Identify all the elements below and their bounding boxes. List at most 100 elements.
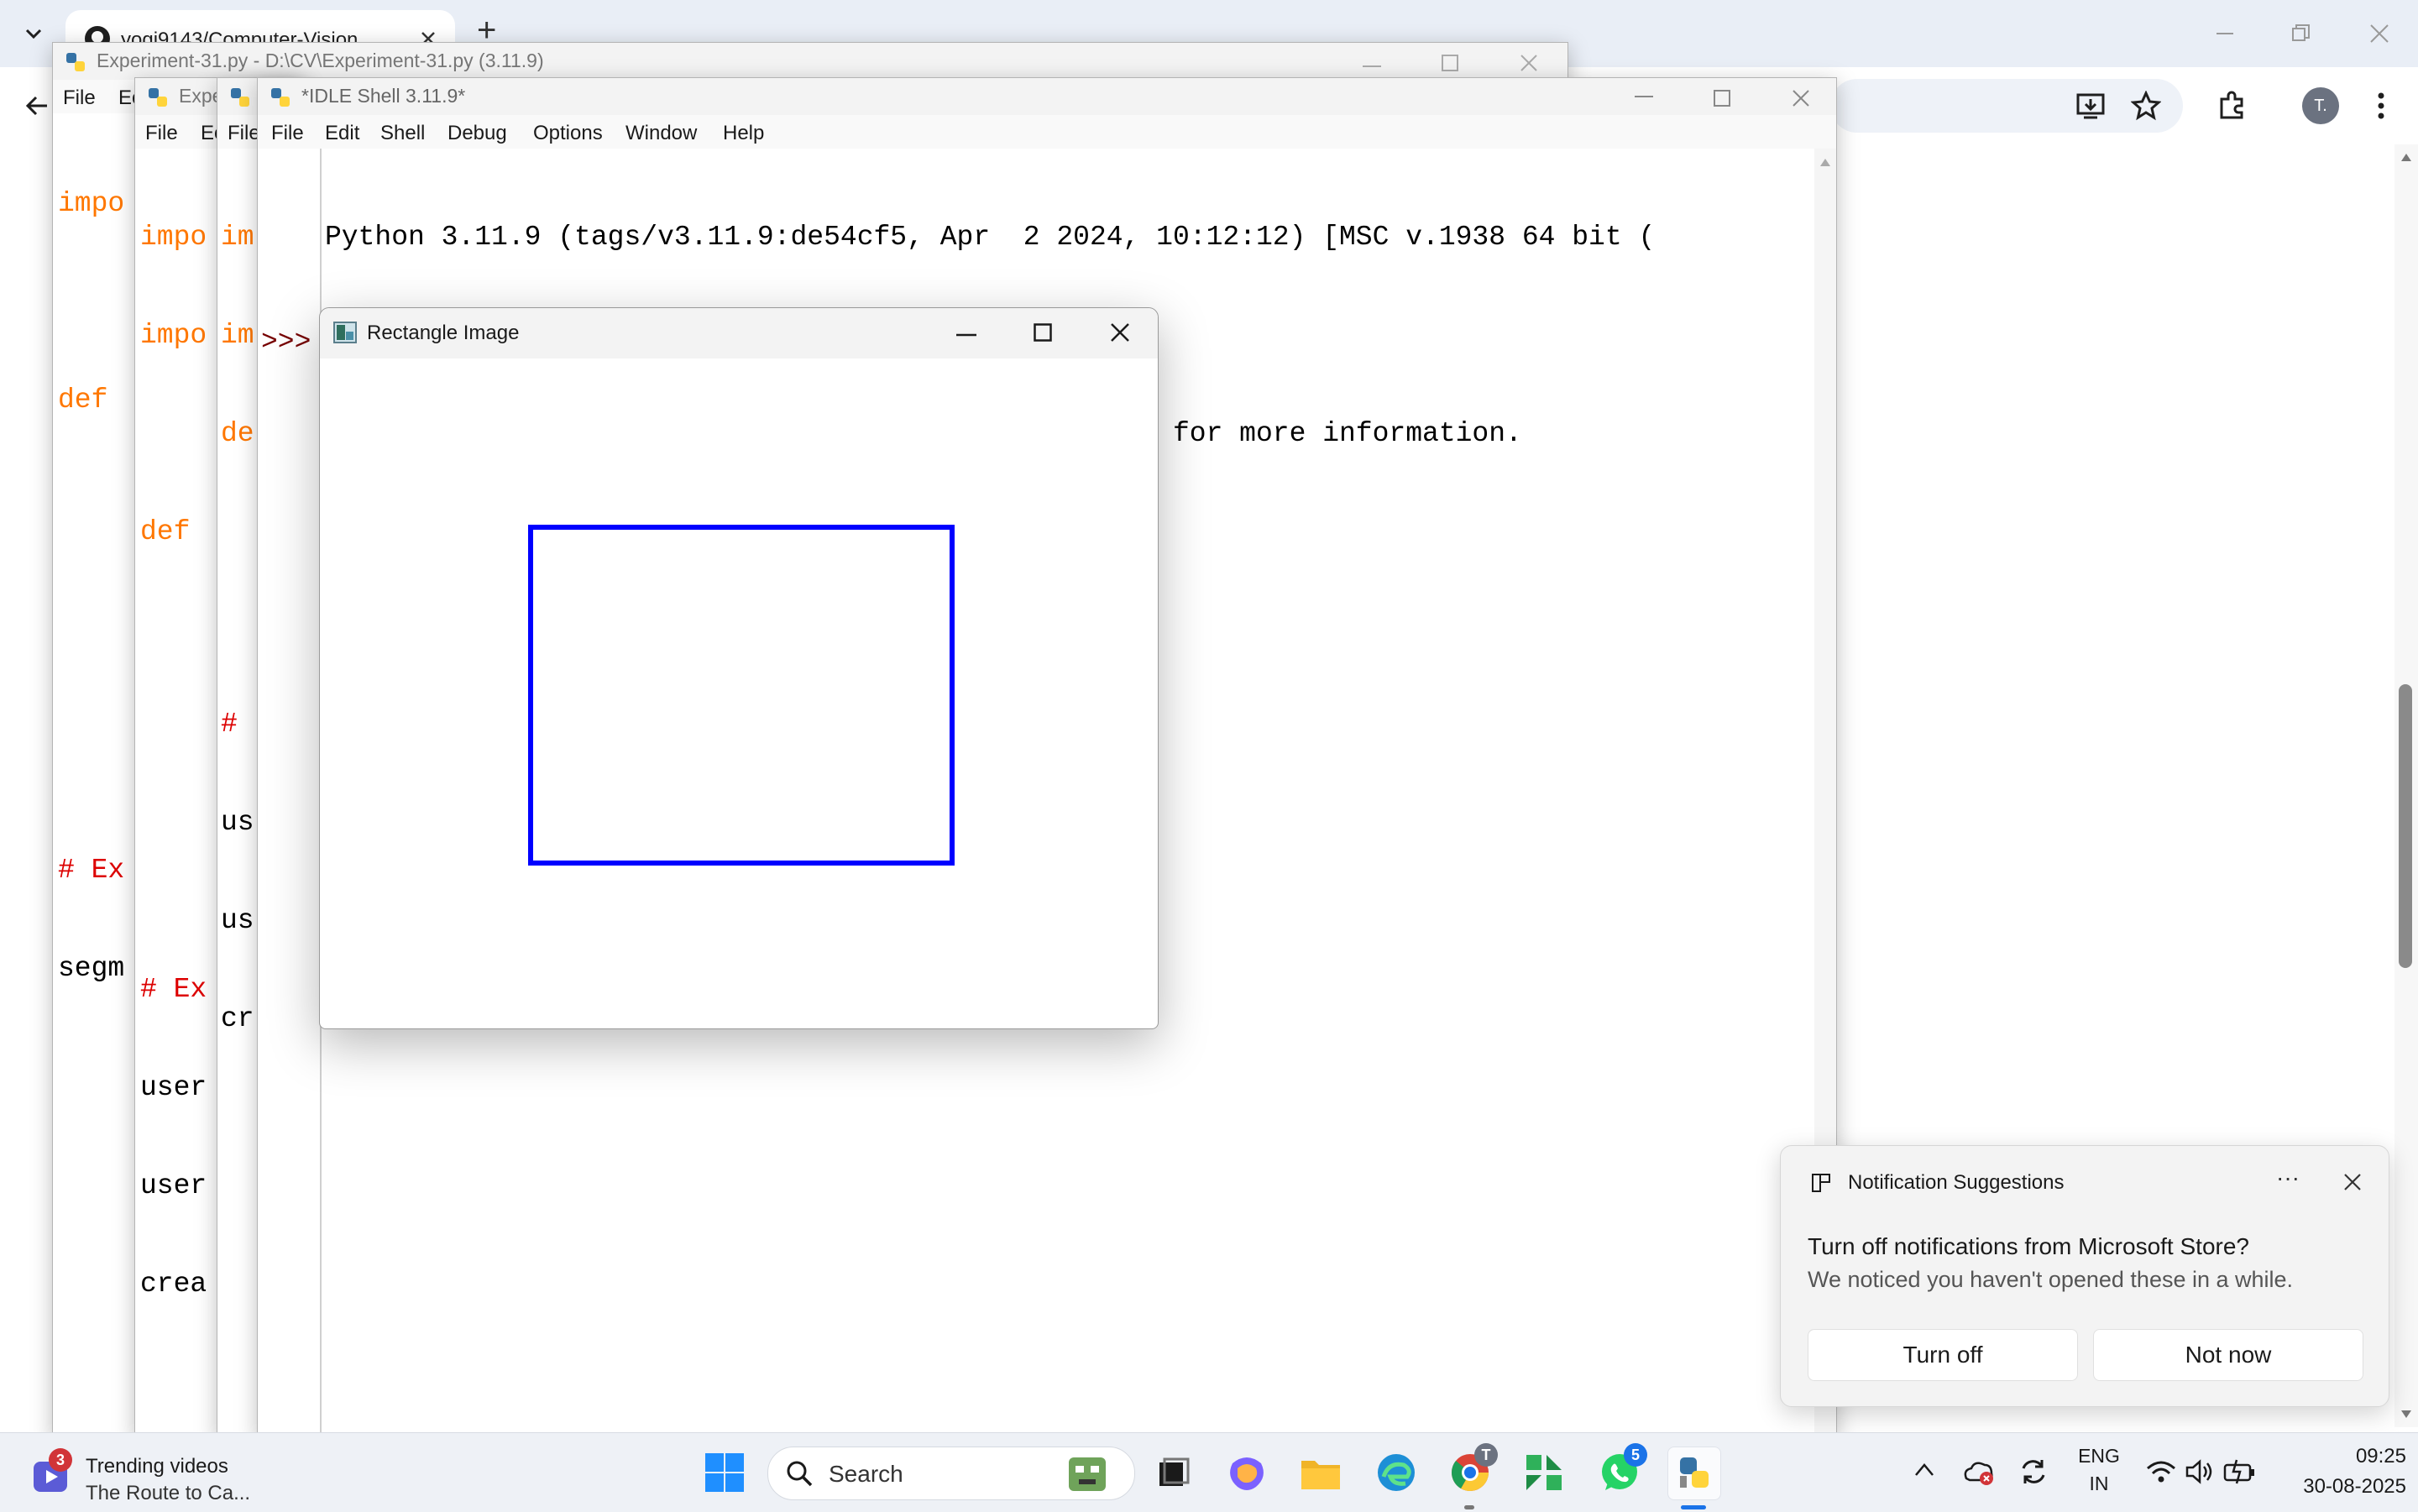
chevron-up-icon[interactable]	[1913, 1460, 1936, 1480]
close-window-button[interactable]	[2354, 8, 2405, 59]
taskbar-search[interactable]: Search	[767, 1447, 1135, 1500]
menu-file[interactable]: File	[271, 122, 304, 145]
close-icon[interactable]	[2343, 1173, 2362, 1191]
more-vertical-icon	[2378, 92, 2384, 119]
extensions-button[interactable]	[2208, 82, 2255, 129]
star-icon	[2131, 91, 2161, 121]
edge-button[interactable]	[1370, 1447, 1422, 1499]
task-view-button[interactable]	[1147, 1447, 1199, 1499]
python-icon	[271, 88, 290, 107]
maximize-icon[interactable]	[1442, 55, 1458, 71]
menu-help[interactable]: Help	[723, 122, 764, 145]
chrome-button[interactable]: T	[1444, 1443, 1498, 1499]
code-line: segm	[58, 953, 125, 984]
install-icon	[2076, 93, 2105, 119]
code-line: impo	[140, 222, 207, 253]
folder-icon	[1301, 1461, 1340, 1489]
edge-icon	[1378, 1454, 1415, 1491]
menu-bar: File Edit Shell Debug Options Window Hel…	[258, 115, 1836, 149]
close-icon[interactable]	[1793, 90, 1809, 107]
onedrive-error-icon[interactable]	[1961, 1457, 1995, 1487]
notification-toast[interactable]: Notification Suggestions ··· Turn off no…	[1780, 1145, 2389, 1407]
code-line: ​	[58, 285, 124, 318]
whatsapp-button[interactable]: 5	[1594, 1443, 1647, 1499]
task-view-icon	[1159, 1457, 1190, 1486]
close-icon	[2370, 24, 2389, 43]
python-icon	[231, 88, 249, 107]
menu-edit[interactable]: Edit	[325, 122, 359, 145]
restore-button[interactable]	[2275, 8, 2326, 59]
code-area-top[interactable]: impo ​ def	[58, 122, 124, 482]
more-options-button[interactable]: ···	[2276, 1164, 2300, 1191]
speaker-icon[interactable]	[2185, 1458, 2215, 1485]
menu-window[interactable]: Window	[625, 122, 697, 145]
code-line: ​	[140, 417, 207, 450]
install-app-button[interactable]	[2067, 82, 2114, 129]
region-code: IN	[2089, 1473, 2109, 1494]
not-now-button[interactable]: Not now	[2093, 1329, 2363, 1381]
menu-file[interactable]: File	[63, 86, 96, 110]
profile-button[interactable]: T.	[2297, 82, 2344, 129]
shell-prompt: >>>	[261, 327, 311, 358]
active-indicator	[1681, 1505, 1706, 1509]
window-titlebar[interactable]: Rectangle Image	[320, 308, 1158, 358]
window-titlebar[interactable]: Experiment-31.py - D:\CV\Experiment-31.p…	[53, 43, 1568, 80]
minimize-icon[interactable]	[1363, 56, 1381, 68]
menu-button[interactable]	[2358, 82, 2405, 129]
code-area-bottom[interactable]: # Ex user user crea	[140, 908, 207, 1366]
language-indicator[interactable]: ENG IN	[2074, 1445, 2124, 1504]
minimize-icon[interactable]	[956, 333, 976, 337]
code-line: user	[140, 1170, 207, 1201]
scroll-down-icon[interactable]	[2400, 1409, 2413, 1420]
arrow-left-icon	[25, 96, 47, 116]
windows-icon	[705, 1453, 744, 1492]
window-titlebar[interactable]: *IDLE Shell 3.11.9*	[258, 78, 1836, 115]
minimize-icon[interactable]	[1635, 95, 1653, 107]
language-code: ENG	[2078, 1445, 2120, 1467]
tab-search-button[interactable]	[8, 8, 59, 59]
code-line: impo	[58, 188, 125, 219]
app-grid-icon	[1526, 1455, 1562, 1490]
page-scroll-thumb[interactable]	[2399, 684, 2412, 968]
app-button[interactable]	[1518, 1447, 1570, 1499]
menu-shell[interactable]: Shell	[380, 122, 425, 145]
rectangle-image-window[interactable]: Rectangle Image	[319, 307, 1159, 1029]
bookmark-button[interactable]	[2122, 82, 2169, 129]
notification-app-icon	[1812, 1174, 1830, 1192]
copilot-button[interactable]	[1221, 1447, 1273, 1499]
close-icon[interactable]	[1111, 323, 1129, 342]
clock-time: 09:25	[2355, 1445, 2406, 1468]
idle-taskbar-button[interactable]	[1667, 1447, 1721, 1500]
code-area-top[interactable]: impo impo ​ def	[140, 155, 207, 614]
python-icon	[66, 53, 85, 71]
notification-body: We noticed you haven't opened these in a…	[1808, 1267, 2294, 1292]
widgets-button[interactable]: 3 Trending videos The Route to Ca...	[17, 1443, 269, 1504]
menu-options[interactable]: Options	[533, 122, 603, 145]
taskbar: 3 Trending videos The Route to Ca... Sea…	[0, 1432, 2418, 1512]
clock[interactable]: 09:25 30-08-2025	[2280, 1445, 2406, 1499]
maximize-icon[interactable]	[1034, 323, 1052, 342]
drawn-rectangle	[528, 525, 955, 866]
battery-icon[interactable]	[2223, 1458, 2257, 1485]
search-placeholder: Search	[829, 1461, 903, 1487]
menu-debug[interactable]: Debug	[447, 122, 507, 145]
maximize-icon[interactable]	[1714, 90, 1730, 107]
wifi-icon[interactable]	[2146, 1458, 2176, 1485]
turn-off-button[interactable]: Turn off	[1808, 1329, 2078, 1381]
menu-file[interactable]: File	[145, 122, 178, 145]
minimize-button[interactable]	[2200, 8, 2250, 59]
puzzle-icon	[2220, 91, 2243, 119]
code-area-bottom[interactable]: # Ex segm	[58, 788, 124, 1050]
close-icon[interactable]	[1520, 55, 1537, 71]
minimize-icon	[2216, 33, 2233, 34]
start-button[interactable]	[699, 1447, 751, 1499]
code-line: # Ex	[58, 855, 125, 886]
search-highlight-icon	[1069, 1457, 1106, 1491]
scroll-up-icon[interactable]	[1819, 157, 1831, 167]
sync-icon[interactable]	[2018, 1457, 2049, 1487]
file-explorer-button[interactable]	[1295, 1447, 1347, 1499]
window-title: Rectangle Image	[367, 322, 520, 344]
prompt-gutter: >>>	[258, 149, 322, 1436]
scroll-up-icon[interactable]	[2400, 151, 2413, 163]
menu-file[interactable]: File	[228, 122, 260, 145]
